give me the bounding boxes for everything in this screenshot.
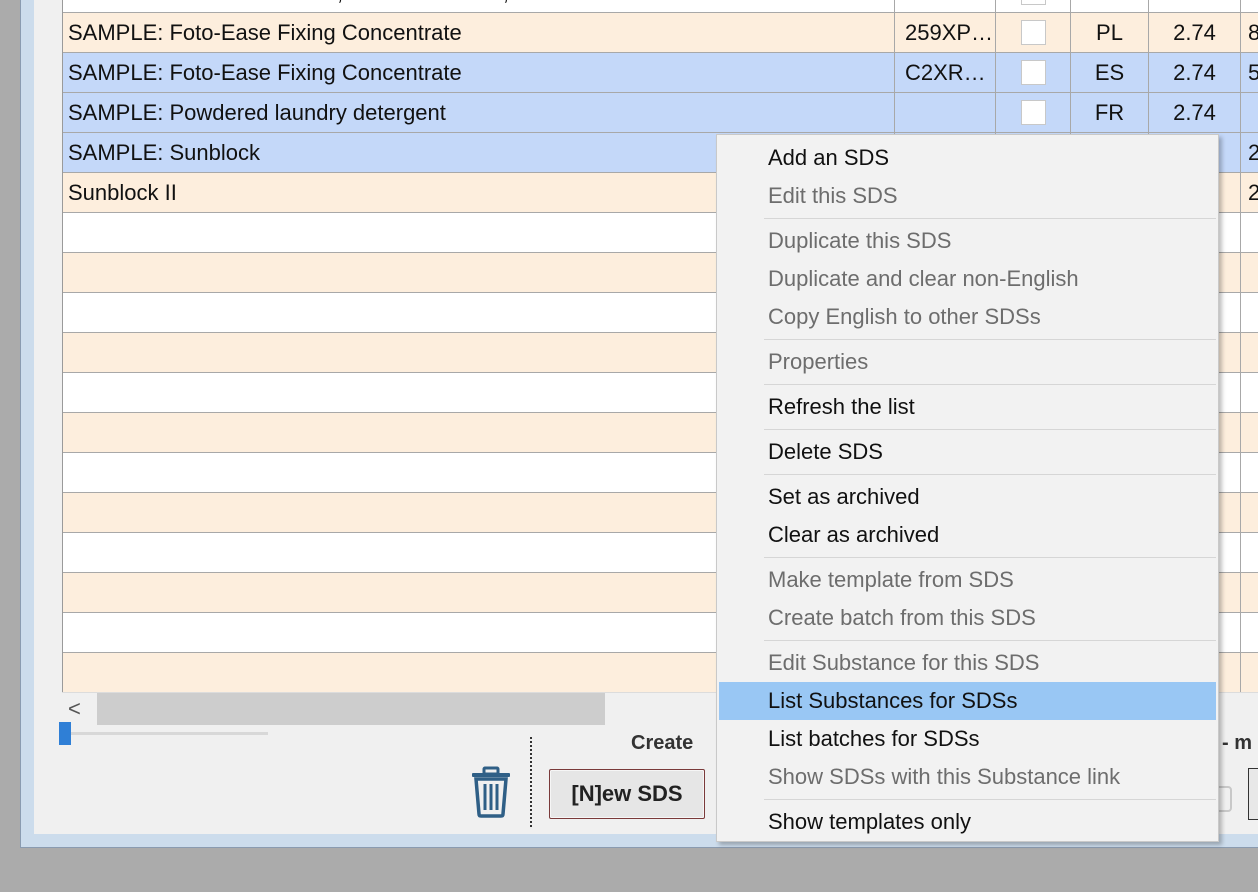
version-cell: 1.0 [1149,0,1241,12]
progress-indicator [59,722,71,745]
extra-cell [1241,493,1258,532]
product-name-cell: SAMPLE: Foto-Ease Fixing Concentrate [63,13,895,52]
toolbar-separator [530,737,532,827]
menu-item-show-sdss-with-this-substance-link: Show SDSs with this Substance link [768,764,1121,789]
table-row[interactable]: SAMPLE: Foto-Ease Fixing Concentrate 259X… [63,13,1258,53]
menu-separator [764,339,1216,340]
scroll-left-arrow-icon[interactable]: < [68,696,81,722]
extra-cell: 8 [1241,13,1258,52]
language-cell: FR [1071,93,1149,132]
menu-separator [764,799,1216,800]
extra-cell [1241,0,1258,12]
menu-item-properties: Properties [768,349,869,374]
product-code-cell: C2XR… [895,53,996,92]
extra-cell [1241,253,1258,292]
table-row[interactable]: SAMPLE: Powdered laundry detergent FR 2.74 [63,93,1258,133]
extra-cell [1241,573,1258,612]
menu-item-edit-this-sds: Edit this SDS [768,183,898,208]
new-sds-button[interactable]: [N]ew SDS [549,769,705,819]
archived-cell [996,13,1071,52]
menu-item-clear-as-archived[interactable]: Clear as archived [719,516,1216,554]
archived-cell [996,0,1071,12]
archived-checkbox[interactable] [1021,0,1046,5]
product-name-cell: SAMPLE: Powdered laundry detergent [63,93,895,132]
extra-cell [1241,453,1258,492]
extra-cell: 5 [1241,53,1258,92]
menu-item-delete-sds[interactable]: Delete SDS [719,433,1216,471]
extra-cell: 2 [1241,133,1258,172]
language-cell: ES [1071,53,1149,92]
menu-separator [764,218,1216,219]
menu-item-add-an-sds[interactable]: Add an SDS [719,139,1216,177]
archived-checkbox[interactable] [1021,60,1046,85]
product-code-cell [895,93,996,132]
menu-separator [764,557,1216,558]
extra-cell: 2 [1241,173,1258,212]
product-name-cell: SAMPLE: Formalin solution, neutral buffe… [63,0,895,12]
menu-separator [764,474,1216,475]
create-group-label: Create [631,732,694,754]
version-cell: 2.74 [1149,53,1241,92]
table-row[interactable]: SAMPLE: Foto-Ease Fixing Concentrate C2XR… [63,53,1258,93]
extra-cell [1241,293,1258,332]
version-cell: 2.74 [1149,93,1241,132]
overflow-button[interactable] [1248,768,1258,820]
product-code-cell: 259XP… [895,13,996,52]
menu-separator [764,640,1216,641]
trash-icon[interactable] [470,766,512,818]
menu-item-set-as-archived[interactable]: Set as archived [719,478,1216,516]
menu-item-edit-substance-for-this-sds: Edit Substance for this SDS [768,650,1040,675]
menu-item-duplicate-and-clear-non-english: Duplicate and clear non-English [768,266,1079,291]
extra-cell [1241,333,1258,372]
menu-item-show-templates-only[interactable]: Show templates only [719,803,1216,841]
menu-separator [764,429,1216,430]
product-name-cell: SAMPLE: Foto-Ease Fixing Concentrate [63,53,895,92]
right-group-label: - m [1222,732,1252,754]
menu-item-create-batch-from-this-sds: Create batch from this SDS [768,605,1036,630]
language-cell: EN [1071,0,1149,12]
extra-cell [1241,373,1258,412]
menu-separator [764,384,1216,385]
menu-item-list-batches-for-sdss[interactable]: List batches for SDSs [719,720,1216,758]
archived-cell [996,53,1071,92]
extra-cell [1241,93,1258,132]
progress-track [62,732,268,735]
table-row[interactable]: SAMPLE: Formalin solution, neutral buffe… [63,0,1258,13]
extra-cell [1241,533,1258,572]
archived-checkbox[interactable] [1021,20,1046,45]
product-code-cell [895,0,996,12]
language-cell: PL [1071,13,1149,52]
extra-cell [1241,613,1258,652]
menu-item-refresh-the-list[interactable]: Refresh the list [719,388,1216,426]
archived-checkbox[interactable] [1021,100,1046,125]
archived-cell [996,93,1071,132]
menu-item-duplicate-this-sds: Duplicate this SDS [768,228,952,253]
menu-item-make-template-from-sds: Make template from SDS [768,567,1014,592]
extra-cell [1241,213,1258,252]
menu-item-copy-english-to-other-sdss: Copy English to other SDSs [768,304,1041,329]
extra-cell [1241,653,1258,692]
context-menu: Add an SDS Edit this SDS Duplicate this SD… [716,134,1219,842]
version-cell: 2.74 [1149,13,1241,52]
menu-item-list-substances-for-sdss[interactable]: List Substances for SDSs [719,682,1216,720]
scrollbar-thumb[interactable] [97,693,605,725]
extra-cell [1241,413,1258,452]
